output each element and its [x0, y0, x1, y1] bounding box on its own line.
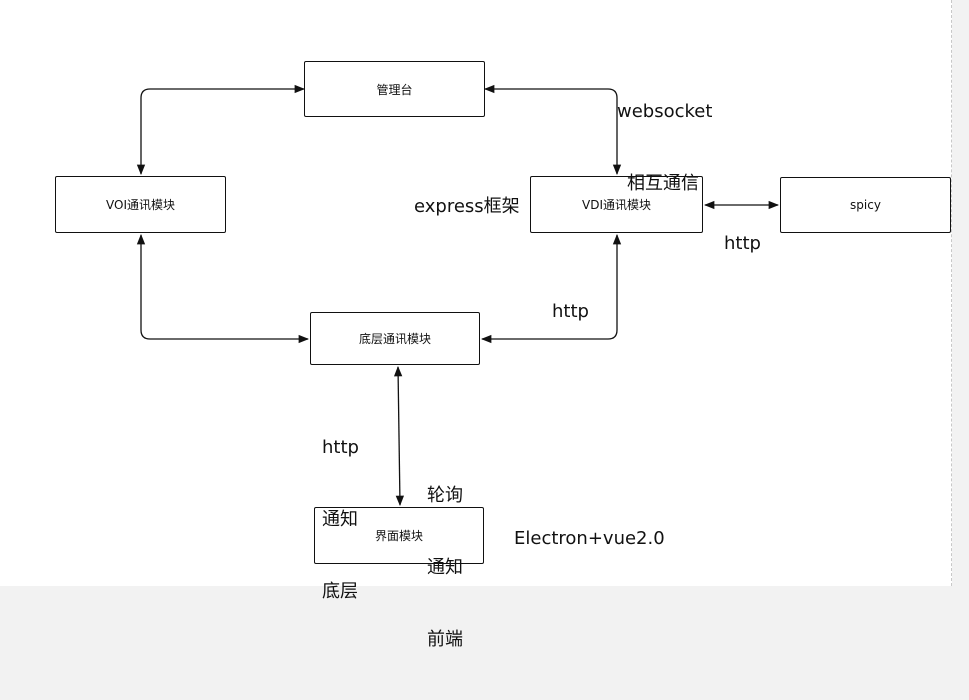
diagram-canvas: 管理台 VOI通讯模块 VDI通讯模块 spicy 底层通讯模块 界面模块 we… [0, 0, 952, 650]
connector-vdi-bottom [480, 233, 622, 344]
connector-console-voi [136, 84, 306, 176]
label-http-spicy: http [724, 233, 761, 254]
node-bottom[interactable]: 底层通讯模块 [310, 312, 480, 365]
node-voi[interactable]: VOI通讯模块 [55, 176, 226, 233]
label-http-vdi-bottom: http [552, 301, 589, 322]
label-express: express框架 [414, 196, 520, 217]
node-console[interactable]: 管理台 [304, 61, 485, 117]
label-websocket: websocket 相互通信 [617, 101, 713, 194]
label-poll-notify: 轮询 通知 前端 [427, 485, 463, 650]
connector-bottom-ui [393, 365, 405, 507]
node-spicy[interactable]: spicy [780, 177, 951, 233]
connector-console-vdi [483, 84, 622, 176]
label-electron: Electron+vue2.0 [514, 528, 665, 549]
label-http-notify: http 通知 底层 [322, 437, 359, 602]
connector-voi-bottom [136, 233, 310, 344]
